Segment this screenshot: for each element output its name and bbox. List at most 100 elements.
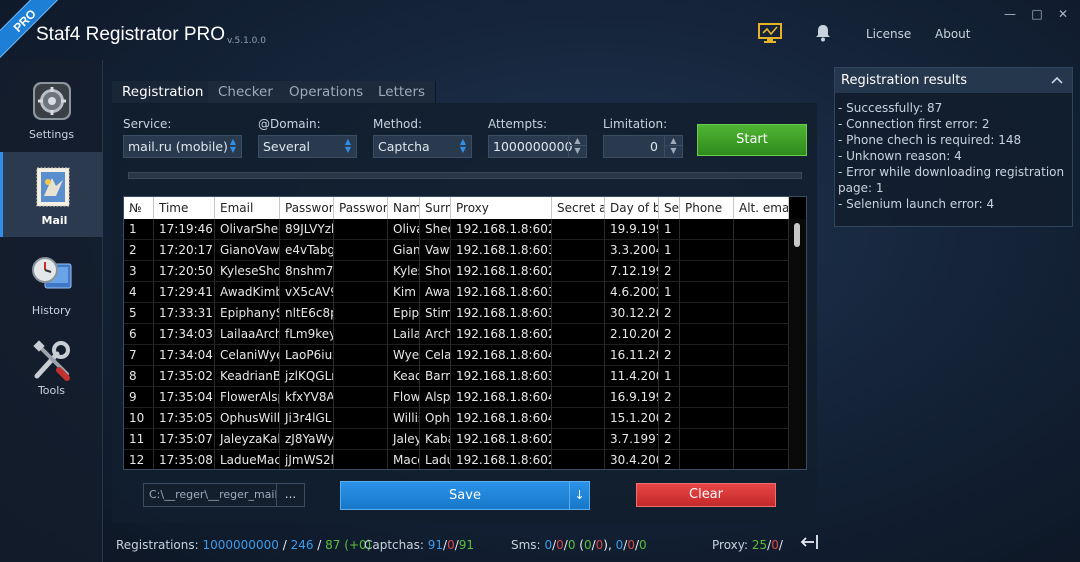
table-row[interactable]: 217:20:17GianoVawtere4vTabghGianoVawter1… (124, 240, 789, 261)
column-header[interactable]: Alt. email (734, 197, 789, 219)
tab-letters[interactable]: Letters (368, 81, 437, 103)
title-bar: PRO Staf4 Registrator PRO v.5.1.0.0 Lice… (0, 0, 1080, 60)
browse-button[interactable]: ... (276, 484, 304, 506)
sidebar-item-label: History (31, 304, 72, 317)
domain-select[interactable]: Several ▲ ▼ (258, 135, 357, 158)
about-link[interactable]: About (935, 27, 970, 41)
registrations-label: Registrations: (116, 538, 199, 552)
save-label: Save (449, 488, 481, 503)
chevron-up-icon[interactable] (1050, 68, 1064, 93)
tab-checker[interactable]: Checker (208, 81, 284, 103)
column-header[interactable]: Email (215, 197, 280, 219)
sidebar: Settings Mail History Tools (0, 60, 103, 562)
clear-button[interactable]: Clear (636, 483, 776, 507)
stepper-up-icon[interactable]: ▲ (665, 136, 682, 146)
license-link[interactable]: License (866, 27, 911, 41)
attempts-input[interactable]: 1000000000 ▲ ▼ (488, 135, 587, 158)
table-cell (334, 408, 388, 429)
table-cell: zJ8YaWyq (280, 429, 334, 450)
stepper-down-icon[interactable]: ▼ (569, 146, 586, 156)
attempts-stepper[interactable]: ▲ ▼ (568, 136, 586, 157)
table-row[interactable]: 317:20:50KyleseShowers8nshm7dkKyleseShow… (124, 261, 789, 282)
result-line: - Phone chech is required: 148 (838, 133, 1022, 147)
table-cell (334, 324, 388, 345)
captchas-label: Captchas: (364, 538, 424, 552)
column-header[interactable]: Secret answer (552, 197, 605, 219)
table-cell (680, 345, 734, 366)
table-cell: 10 (124, 408, 154, 429)
registration-table[interactable]: №TimeEmailPasswordPasswordNameSurnamePro… (123, 196, 807, 470)
sidebar-item-tools[interactable]: Tools (0, 326, 103, 411)
table-cell (680, 219, 734, 240)
table-cell: 4 (124, 282, 154, 303)
tab-operations[interactable]: Operations (279, 81, 375, 103)
table-cell: Alspach (420, 387, 451, 408)
column-header[interactable]: Phone (680, 197, 734, 219)
bell-icon[interactable] (814, 24, 832, 42)
table-cell (734, 219, 789, 240)
save-button[interactable]: Save ↓ (340, 481, 590, 510)
results-header[interactable]: Registration results (835, 68, 1072, 93)
table-cell: Ophus (420, 408, 451, 429)
proxy-label: Proxy: (712, 538, 749, 552)
method-label: Method: (373, 117, 423, 131)
column-header[interactable]: Sex (659, 197, 680, 219)
table-cell: 8 (124, 366, 154, 387)
table-row[interactable]: 617:34:03LailaaArcherfLm9keydLailaaArche… (124, 324, 789, 345)
table-cell (734, 387, 789, 408)
scrollbar-thumb[interactable] (794, 223, 800, 247)
vertical-scrollbar[interactable] (789, 219, 806, 469)
output-path-field[interactable]: C:\__reger\__reger_mail ... (143, 483, 305, 507)
table-row[interactable]: 817:35:02KeadrianBarrjzlKQGLnKeadrianBar… (124, 366, 789, 387)
column-header[interactable]: Surname (420, 197, 451, 219)
table-cell (734, 324, 789, 345)
method-select[interactable]: Captcha ▲ ▼ (373, 135, 472, 158)
limitation-label: Limitation: (603, 117, 668, 131)
table-cell (680, 324, 734, 345)
stepper-up-icon[interactable]: ▲ (569, 136, 586, 146)
table-row[interactable]: 117:19:46OlivarSheets89JLVYzkOlivarSheet… (124, 219, 789, 240)
column-header[interactable]: Password (334, 197, 388, 219)
table-cell: 4.6.2002 (605, 282, 659, 303)
maximize-icon[interactable]: □ (1029, 6, 1045, 22)
column-header[interactable]: Proxy (451, 197, 552, 219)
limitation-input[interactable]: 0 ▲ ▼ (603, 135, 683, 158)
table-row[interactable]: 1117:35:07JaleyzaKabatzJ8YaWyqJaleyzaKab… (124, 429, 789, 450)
close-icon[interactable]: ✕ (1055, 6, 1071, 22)
table-cell: 7.12.1995 (605, 261, 659, 282)
column-header[interactable]: Name (388, 197, 420, 219)
table-cell: LaoP6iuz (280, 345, 334, 366)
column-header[interactable]: Password (280, 197, 334, 219)
service-select[interactable]: mail.ru (mobile) ▲ ▼ (123, 135, 242, 158)
sidebar-item-history[interactable]: History (0, 240, 103, 325)
table-row[interactable]: 517:33:31EpiphanyStimsonnltE6c8pEpiphany… (124, 303, 789, 324)
minimize-icon[interactable]: — (1002, 6, 1018, 22)
captchas-status: Captchas: 91/0/91 (364, 538, 475, 552)
column-header[interactable]: Day of birth (605, 197, 659, 219)
table-cell (552, 303, 605, 324)
table-row[interactable]: 917:35:04FlowerAlspachkfxYV8AuFlowerAlsp… (124, 387, 789, 408)
table-row[interactable]: 1217:35:08LadueMaceyjJmWS2ko MaceyLadue19… (124, 450, 789, 469)
sidebar-item-label: Settings (28, 128, 75, 141)
table-cell: 192.168.1.8:6037 (451, 282, 552, 303)
table-cell: 17:35:07 (154, 429, 215, 450)
sidebar-item-settings[interactable]: Settings (0, 66, 103, 151)
limitation-stepper[interactable]: ▲ ▼ (664, 136, 682, 157)
table-row[interactable]: 417:29:41AwadKimbrellvX5cAV9q KimAwad192.… (124, 282, 789, 303)
table-cell: 192.168.1.8:6044 (451, 345, 552, 366)
stepper-down-icon[interactable]: ▼ (665, 146, 682, 156)
table-row[interactable]: 1017:35:05OphusWillisJi3r4lGL WillisOphus… (124, 408, 789, 429)
table-cell: 17:34:04 (154, 345, 215, 366)
start-button[interactable]: Start (697, 124, 807, 156)
exit-icon[interactable] (800, 533, 820, 551)
sidebar-item-mail[interactable]: Mail (0, 152, 103, 237)
table-cell (680, 261, 734, 282)
table-cell (552, 261, 605, 282)
tab-registration[interactable]: Registration (112, 81, 215, 103)
column-header[interactable]: № (124, 197, 154, 219)
save-dropdown-icon[interactable]: ↓ (569, 482, 589, 509)
table-row[interactable]: 717:34:04CelaniWyersLaoP6iuzWyersCelani1… (124, 345, 789, 366)
table-cell: 192.168.1.8:6043 (451, 387, 552, 408)
monitor-icon[interactable] (757, 22, 783, 44)
column-header[interactable]: Time (154, 197, 215, 219)
